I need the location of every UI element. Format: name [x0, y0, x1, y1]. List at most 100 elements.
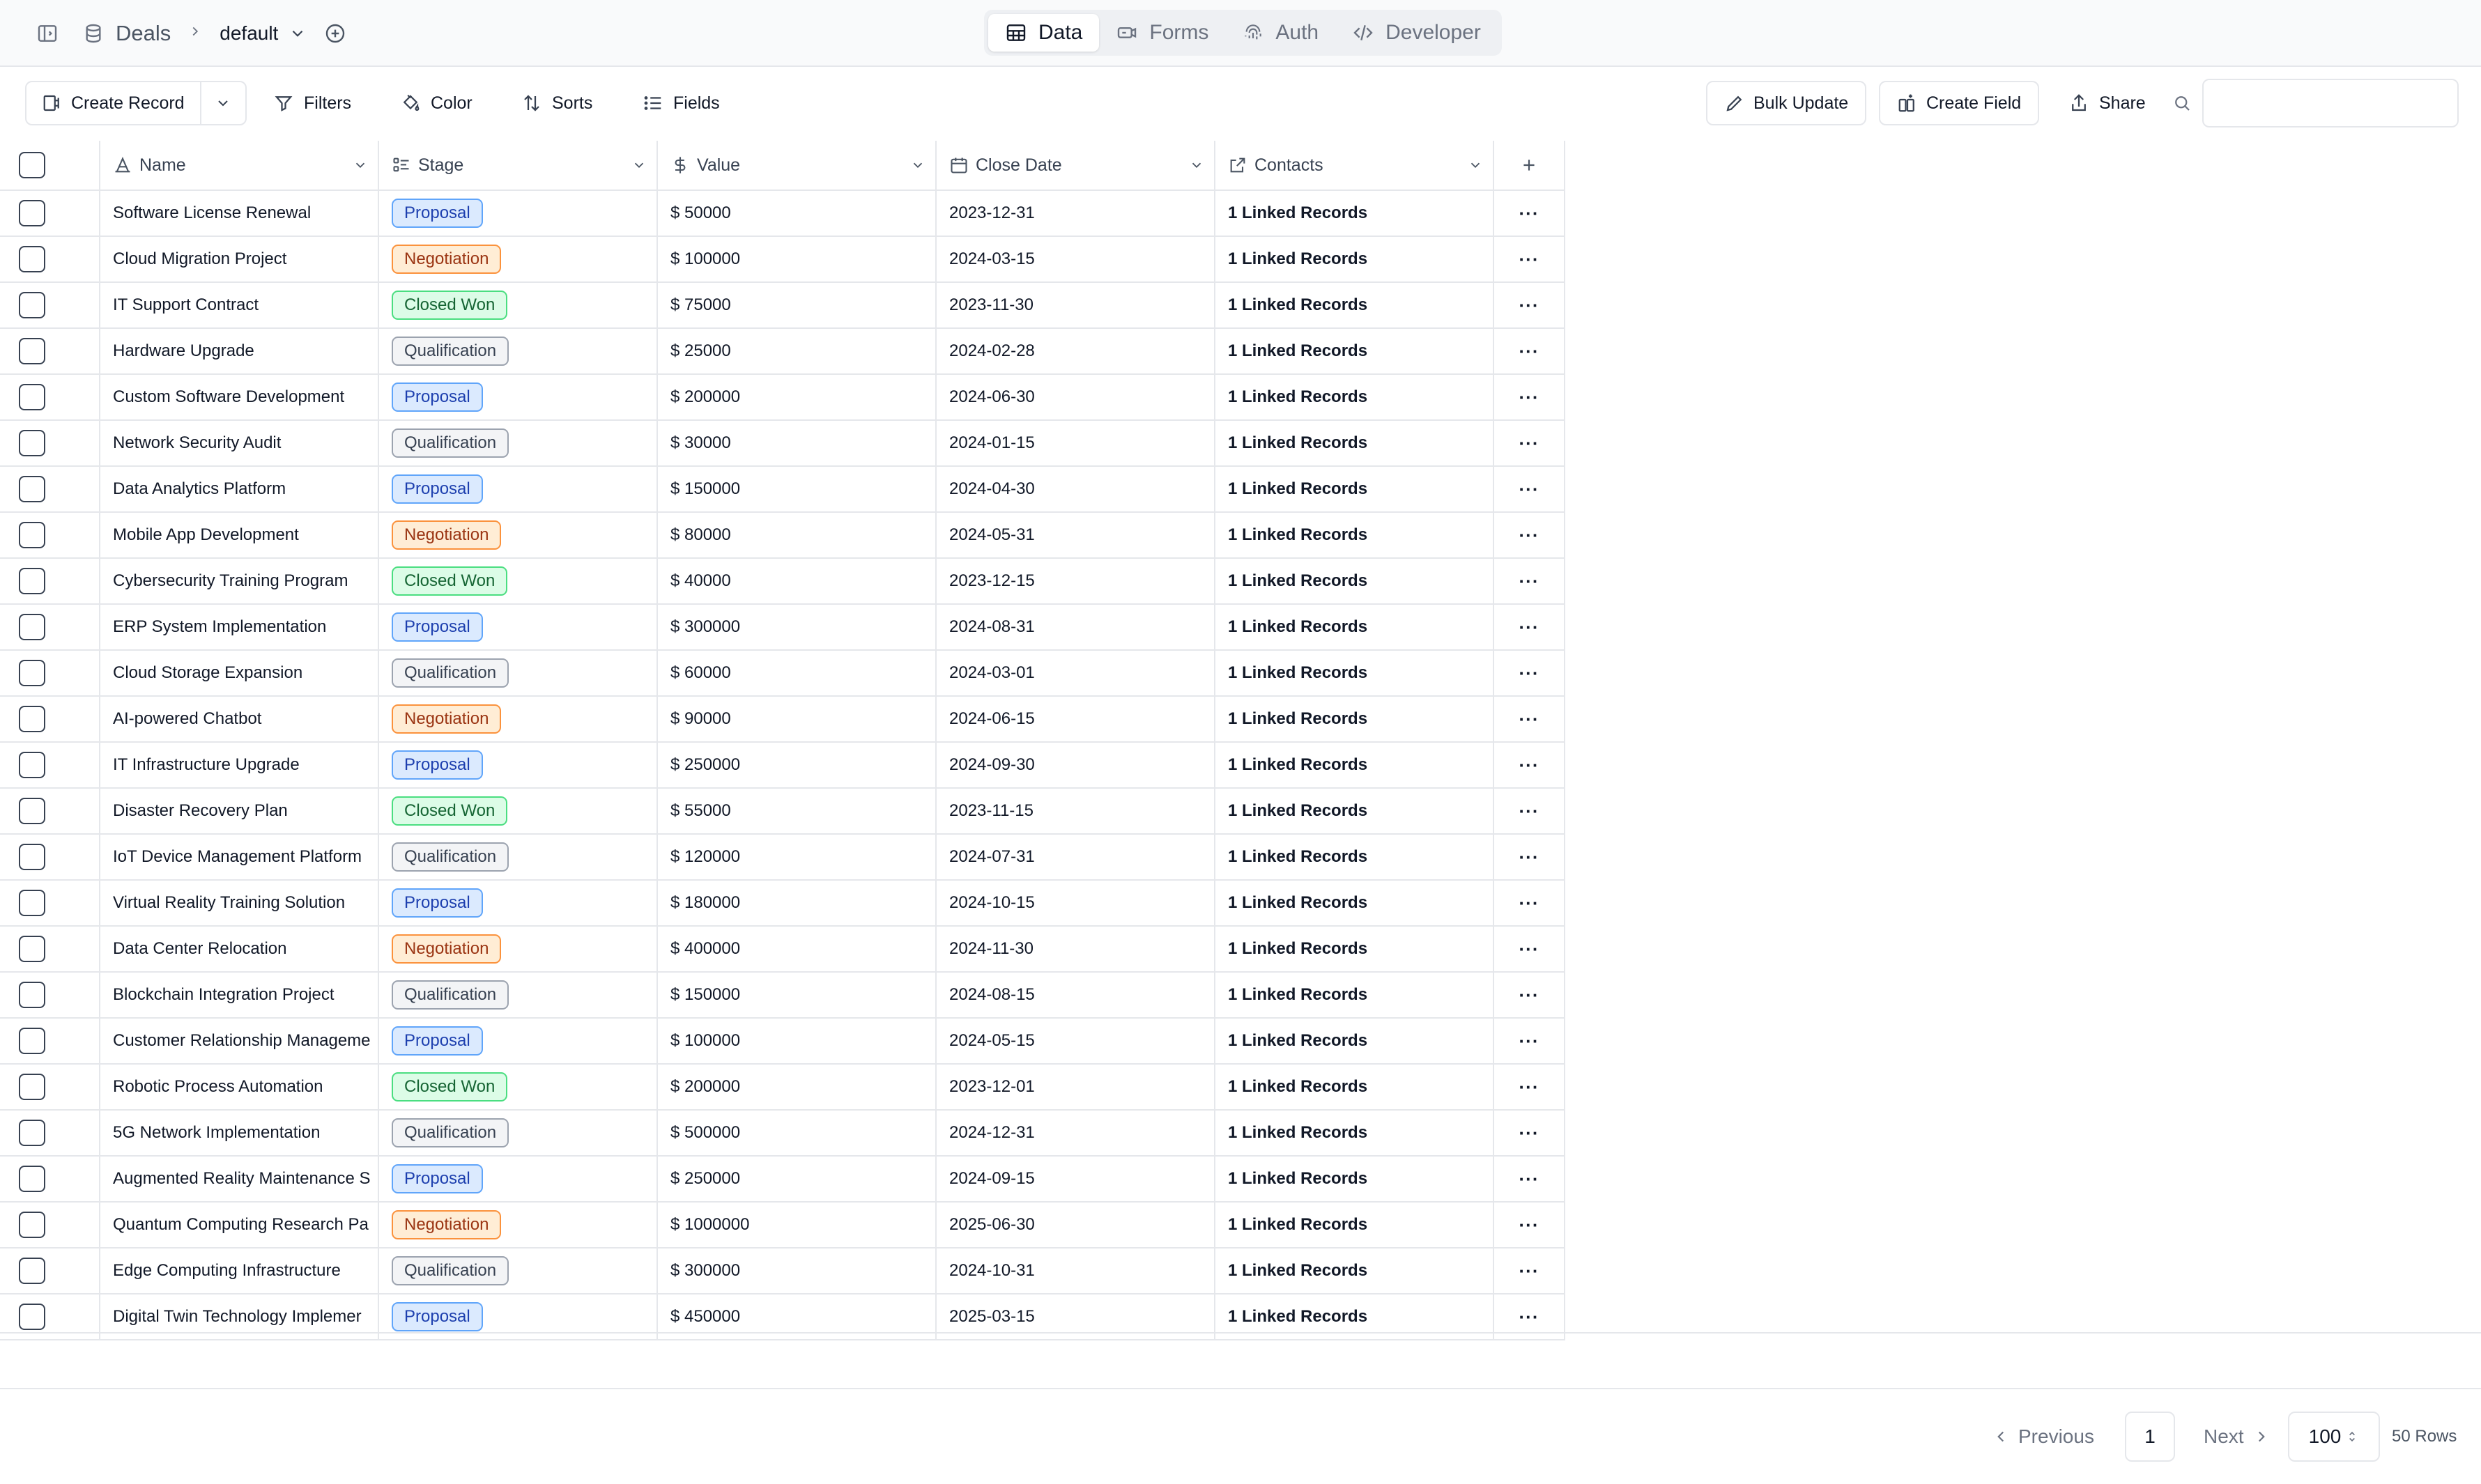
cell-stage[interactable]: Proposal	[379, 1157, 658, 1201]
share-button[interactable]: Share	[2068, 81, 2146, 125]
add-view-icon[interactable]	[321, 20, 349, 47]
cell-contacts[interactable]: 1 Linked Records	[1215, 697, 1494, 741]
cell-value[interactable]: $ 120000	[658, 835, 937, 879]
row-checkbox[interactable]	[19, 936, 45, 962]
cell-stage[interactable]: Qualification	[379, 973, 658, 1017]
cell-value[interactable]: $ 100000	[658, 237, 937, 281]
cell-name[interactable]: Data Analytics Platform	[100, 467, 379, 511]
cell-value[interactable]: $ 200000	[658, 1065, 937, 1109]
cell-close-date[interactable]: 2023-11-30	[937, 283, 1215, 327]
add-column-button[interactable]	[1494, 141, 1565, 190]
cell-name[interactable]: Custom Software Development	[100, 375, 379, 419]
cell-name[interactable]: Cloud Migration Project	[100, 237, 379, 281]
row-actions-button[interactable]: ···	[1494, 651, 1565, 695]
cell-stage[interactable]: Qualification	[379, 651, 658, 695]
table-row[interactable]: Mobile App Development Negotiation $ 80000…	[0, 513, 1565, 559]
column-header-value[interactable]: Value	[658, 141, 937, 190]
table-row[interactable]: Virtual Reality Training Solution Proposa…	[0, 881, 1565, 927]
cell-name[interactable]: Edge Computing Infrastructure	[100, 1249, 379, 1293]
cell-name[interactable]: IT Infrastructure Upgrade	[100, 743, 379, 787]
column-header-contacts[interactable]: Contacts	[1215, 141, 1494, 190]
cell-contacts[interactable]: 1 Linked Records	[1215, 559, 1494, 603]
row-checkbox[interactable]	[19, 338, 45, 364]
cell-contacts[interactable]: 1 Linked Records	[1215, 513, 1494, 557]
cell-value[interactable]: $ 75000	[658, 283, 937, 327]
cell-contacts[interactable]: 1 Linked Records	[1215, 421, 1494, 465]
cell-name[interactable]: Customer Relationship Manageme	[100, 1019, 379, 1063]
cell-name[interactable]: Hardware Upgrade	[100, 329, 379, 373]
row-checkbox[interactable]	[19, 706, 45, 732]
cell-stage[interactable]: Proposal	[379, 375, 658, 419]
row-checkbox[interactable]	[19, 568, 45, 594]
cell-stage[interactable]: Proposal	[379, 743, 658, 787]
table-row[interactable]: Software License Renewal Proposal $ 50000 2…	[0, 191, 1565, 237]
cell-contacts[interactable]: 1 Linked Records	[1215, 191, 1494, 235]
row-checkbox[interactable]	[19, 1304, 45, 1330]
cell-contacts[interactable]: 1 Linked Records	[1215, 1111, 1494, 1155]
cell-name[interactable]: Blockchain Integration Project	[100, 973, 379, 1017]
table-row[interactable]: Customer Relationship Manageme Proposal $ …	[0, 1019, 1565, 1065]
cell-close-date[interactable]: 2024-05-15	[937, 1019, 1215, 1063]
cell-value[interactable]: $ 25000	[658, 329, 937, 373]
cell-name[interactable]: Robotic Process Automation	[100, 1065, 379, 1109]
row-checkbox[interactable]	[19, 476, 45, 502]
row-actions-button[interactable]: ···	[1494, 789, 1565, 833]
table-row[interactable]: IoT Device Management Platform Qualificat…	[0, 835, 1565, 881]
row-checkbox[interactable]	[19, 660, 45, 686]
chevron-down-icon[interactable]	[1468, 157, 1483, 173]
breadcrumb-view[interactable]: default	[220, 22, 278, 45]
search-input[interactable]	[2202, 79, 2459, 127]
column-header-stage[interactable]: Stage	[379, 141, 658, 190]
cell-value[interactable]: $ 80000	[658, 513, 937, 557]
row-actions-button[interactable]: ···	[1494, 513, 1565, 557]
cell-close-date[interactable]: 2025-06-30	[937, 1203, 1215, 1247]
cell-value[interactable]: $ 55000	[658, 789, 937, 833]
table-row[interactable]: Robotic Process Automation Closed Won $ 20…	[0, 1065, 1565, 1111]
table-row[interactable]: IT Infrastructure Upgrade Proposal $ 25000…	[0, 743, 1565, 789]
cell-stage[interactable]: Closed Won	[379, 559, 658, 603]
row-checkbox[interactable]	[19, 798, 45, 824]
cell-value[interactable]: $ 100000	[658, 1019, 937, 1063]
cell-contacts[interactable]: 1 Linked Records	[1215, 789, 1494, 833]
table-row[interactable]: 5G Network Implementation Qualification $ …	[0, 1111, 1565, 1157]
cell-stage[interactable]: Proposal	[379, 605, 658, 649]
breadcrumb-table[interactable]: Deals	[116, 21, 171, 46]
row-actions-button[interactable]: ···	[1494, 1111, 1565, 1155]
cell-name[interactable]: Disaster Recovery Plan	[100, 789, 379, 833]
rows-per-page-select[interactable]: 100	[2288, 1412, 2380, 1462]
cell-value[interactable]: $ 1000000	[658, 1203, 937, 1247]
cell-close-date[interactable]: 2024-04-30	[937, 467, 1215, 511]
cell-contacts[interactable]: 1 Linked Records	[1215, 1249, 1494, 1293]
cell-stage[interactable]: Qualification	[379, 421, 658, 465]
row-checkbox[interactable]	[19, 752, 45, 778]
chevron-down-icon[interactable]	[1189, 157, 1204, 173]
cell-close-date[interactable]: 2024-06-30	[937, 375, 1215, 419]
row-checkbox[interactable]	[19, 1074, 45, 1100]
search-icon[interactable]	[2172, 81, 2202, 125]
cell-contacts[interactable]: 1 Linked Records	[1215, 1157, 1494, 1201]
cell-close-date[interactable]: 2023-12-15	[937, 559, 1215, 603]
tab-developer[interactable]: Developer	[1335, 14, 1498, 52]
table-row[interactable]: Data Center Relocation Negotiation $ 40000…	[0, 927, 1565, 973]
cell-contacts[interactable]: 1 Linked Records	[1215, 605, 1494, 649]
row-checkbox[interactable]	[19, 1212, 45, 1238]
sorts-button[interactable]: Sorts	[521, 81, 592, 125]
cell-name[interactable]: Mobile App Development	[100, 513, 379, 557]
cell-close-date[interactable]: 2024-02-28	[937, 329, 1215, 373]
cell-value[interactable]: $ 30000	[658, 421, 937, 465]
cell-contacts[interactable]: 1 Linked Records	[1215, 1065, 1494, 1109]
create-field-button[interactable]: Create Field	[1879, 81, 2040, 125]
row-checkbox[interactable]	[19, 844, 45, 870]
row-actions-button[interactable]: ···	[1494, 835, 1565, 879]
cell-close-date[interactable]: 2024-06-15	[937, 697, 1215, 741]
cell-value[interactable]: $ 300000	[658, 605, 937, 649]
cell-stage[interactable]: Closed Won	[379, 789, 658, 833]
cell-contacts[interactable]: 1 Linked Records	[1215, 329, 1494, 373]
cell-name[interactable]: Quantum Computing Research Pa	[100, 1203, 379, 1247]
cell-value[interactable]: $ 50000	[658, 191, 937, 235]
row-actions-button[interactable]: ···	[1494, 329, 1565, 373]
cell-contacts[interactable]: 1 Linked Records	[1215, 927, 1494, 971]
cell-stage[interactable]: Negotiation	[379, 237, 658, 281]
cell-value[interactable]: $ 300000	[658, 1249, 937, 1293]
cell-close-date[interactable]: 2024-10-15	[937, 881, 1215, 925]
